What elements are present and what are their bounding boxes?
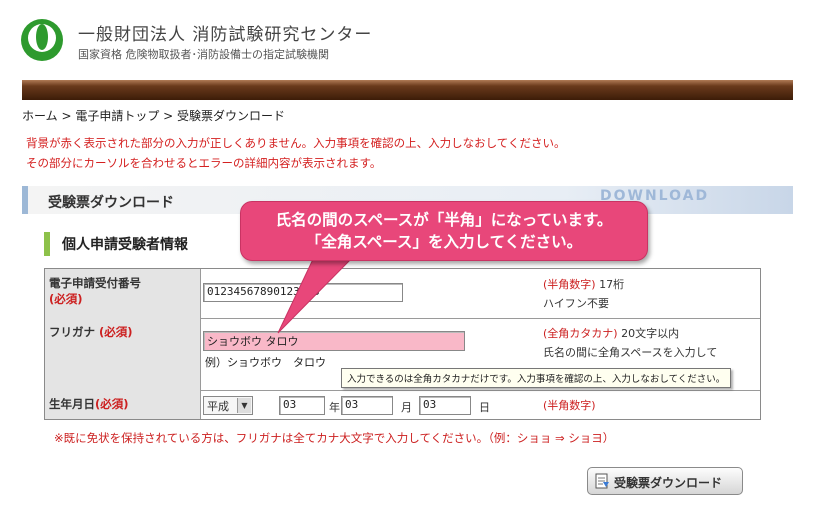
breadcrumb[interactable]: ホーム > 電子申請トップ > 受験票ダウンロード <box>22 107 285 124</box>
error-message-line2: その部分にカーソルを合わせるとエラーの詳細内容が表示されます。 <box>26 156 382 170</box>
year-unit: 年 <box>329 401 340 414</box>
callout-line1: 氏名の間のスペースが「半角」になっています。 <box>275 211 613 229</box>
day-input[interactable]: 03 <box>419 396 471 415</box>
month-input[interactable]: 03 <box>341 396 393 415</box>
kana-example: 例）ショウボウ タロウ <box>205 356 326 369</box>
day-unit: 日 <box>479 401 490 414</box>
header-bar <box>22 80 793 100</box>
era-select[interactable]: 平成 ▼ <box>203 396 253 415</box>
required-mark: (必須) <box>95 397 129 411</box>
birthdate-row: 生年月日(必須) 平成 ▼ 03 年 03 月 03 日 (半角数字) <box>45 390 760 419</box>
kana-input[interactable]: ショウボウ タロウ <box>203 331 465 351</box>
download-button[interactable]: 受験票ダウンロード <box>587 467 743 495</box>
applicant-form: 電子申請受付番号 (必須) 01234567890123456 (半角数字) 1… <box>44 268 761 420</box>
annotation-callout: 氏名の間のスペースが「半角」になっています。 「全角スペース」を入力してください… <box>240 201 648 261</box>
subsection-title: 個人申請受験者情報 <box>62 237 188 253</box>
org-name: 一般財団法人 消防試験研究センター <box>78 25 373 45</box>
kana-label: フリガナ (必須) <box>45 318 201 390</box>
receipt-number-row: 電子申請受付番号 (必須) 01234567890123456 (半角数字) 1… <box>45 269 760 319</box>
error-tooltip: 入力できるのは全角カタカナだけです。入力事項を確認の上、入力しなおしてください。 <box>341 368 732 388</box>
download-button-label: 受験票ダウンロード <box>614 476 723 490</box>
receipt-number-label: 電子申請受付番号 (必須) <box>45 269 201 318</box>
birthdate-label: 生年月日(必須) <box>45 390 201 419</box>
chevron-down-icon[interactable]: ▼ <box>237 398 251 413</box>
org-subtitle: 国家資格 危険物取扱者･消防設備士の指定試験機関 <box>78 48 329 61</box>
receipt-number-input[interactable]: 01234567890123456 <box>203 283 403 302</box>
section-title: 受験票ダウンロード <box>48 195 174 211</box>
birthdate-note: (半角数字) <box>543 399 596 412</box>
callout-line2: 「全角スペース」を入力してください。 <box>305 233 583 251</box>
receipt-number-note: (半角数字) 17桁 ハイフン不要 <box>543 278 625 310</box>
required-mark: (必須) <box>99 325 133 339</box>
required-mark: (必須) <box>49 292 83 306</box>
month-unit: 月 <box>401 401 412 414</box>
error-message-line1: 背景が赤く表示された部分の入力が正しくありません。入力事項を確認の上、入力しなお… <box>26 136 566 150</box>
document-icon <box>595 473 609 489</box>
subsection-marker <box>44 232 50 256</box>
footnote: ※既に免状を保持されている方は、フリガナは全てカナ大文字で入力してください。（例… <box>54 431 615 445</box>
kana-note: (全角カタカナ) 20文字以内 氏名の間に全角スペースを入力して <box>543 327 718 359</box>
year-input[interactable]: 03 <box>279 396 325 415</box>
logo-icon <box>21 19 63 61</box>
